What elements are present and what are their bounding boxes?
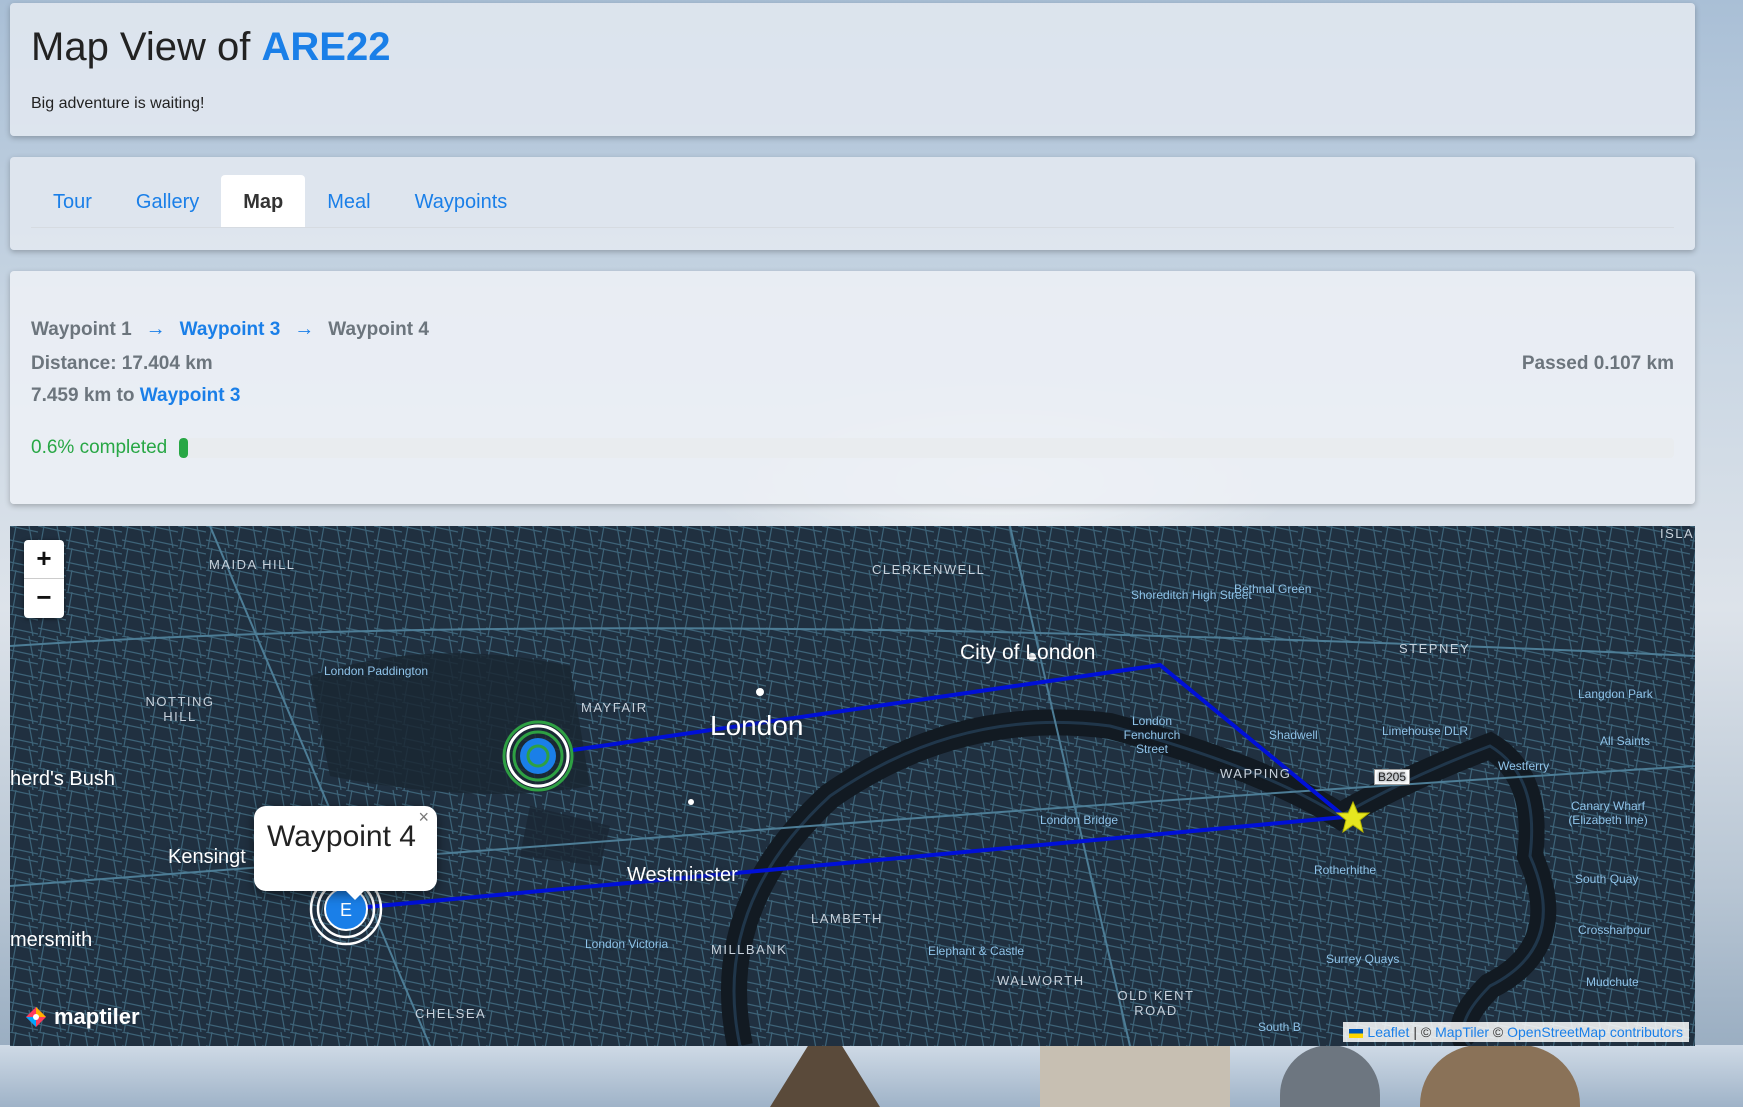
zoom-control: + − [24, 540, 64, 618]
map-label-station: Shadwell [1269, 728, 1318, 742]
map-label-station: Surrey Quays [1326, 952, 1400, 966]
page-subtitle: Big adventure is waiting! [31, 95, 205, 112]
map-label-station: Canary Wharf (Elizabeth line) [1568, 799, 1648, 827]
map-label: CHELSEA [415, 1006, 487, 1021]
map-label: STEPNEY [1399, 641, 1471, 656]
page-title: Map View of ARE22 [31, 25, 391, 69]
map-label: NOTTING HILL [145, 694, 215, 724]
progress-row: 0.6% completed [31, 437, 1674, 459]
map-label: Westminster [627, 864, 738, 886]
zoom-in-button[interactable]: + [24, 540, 64, 579]
arrow-right-icon: → [145, 318, 166, 340]
map-label: mersmith [10, 929, 93, 951]
svg-text:E: E [340, 900, 352, 920]
map-label: OLD KENT ROAD [1117, 988, 1195, 1018]
map-label: WAPPING [1220, 766, 1292, 781]
tabs-card: Tour Gallery Map Meal Waypoints [10, 157, 1695, 250]
next-waypoint-distance: 7.459 km to Waypoint 3 [31, 385, 241, 406]
progress-card: Waypoint 1 → Waypoint 3 → Waypoint 4 Dis… [10, 271, 1695, 504]
leaflet-link[interactable]: Leaflet [1367, 1024, 1409, 1040]
tab-gallery[interactable]: Gallery [114, 175, 221, 227]
progress-bar [179, 438, 1674, 458]
map-attribution: Leaflet | © MapTiler © OpenStreetMap con… [1343, 1022, 1689, 1042]
map-label-station: Langdon Park [1578, 687, 1653, 701]
map-tiles: E [10, 526, 1695, 1046]
map-label-station: South Quay [1575, 872, 1639, 886]
progress-bar-fill [179, 438, 189, 458]
arrow-right-icon: → [294, 318, 315, 340]
map-label-station: London Fenchurch Street [1123, 714, 1181, 756]
map-label-city: City of London [960, 641, 1096, 664]
osm-link[interactable]: OpenStreetMap contributors [1507, 1024, 1683, 1040]
maptiler-logo[interactable]: maptiler [24, 1004, 140, 1030]
route-breadcrumb: Waypoint 1 → Waypoint 3 → Waypoint 4 [31, 318, 429, 341]
map-label: LAMBETH [811, 911, 883, 926]
tour-name: ARE22 [261, 25, 391, 69]
passed-text: Passed 0.107 km [1521, 353, 1674, 374]
map-label-london: London [710, 710, 804, 741]
tab-waypoints[interactable]: Waypoints [393, 175, 530, 227]
route-via-link[interactable]: Waypoint 3 [180, 319, 281, 341]
map-label: ISLA [1660, 526, 1695, 541]
map-label-station: Mudchute [1586, 975, 1639, 989]
map-road-badge: B205 [1374, 769, 1411, 785]
map-label: MAIDA HILL [209, 557, 296, 572]
map-label-station: All Saints [1600, 734, 1651, 748]
tab-meal[interactable]: Meal [305, 175, 392, 227]
map-label-station: Rotherhithe [1314, 863, 1377, 877]
maptiler-logo-icon [26, 1007, 46, 1027]
map-view[interactable]: E MAIDA HILL CLERKENWELL Shoreditch High… [10, 526, 1695, 1046]
distance-text: Distance: 17.404 km [31, 353, 213, 374]
maptiler-link[interactable]: MapTiler [1435, 1024, 1489, 1040]
map-label-station: Elephant & Castle [928, 944, 1025, 958]
waypoint-marker-current [502, 720, 574, 792]
map-label: CLERKENWELL [872, 562, 986, 577]
popup-tip [343, 888, 367, 900]
waypoint-popup: Waypoint 4 × [254, 806, 437, 891]
zoom-out-button[interactable]: − [24, 579, 64, 618]
tab-bar: Tour Gallery Map Meal Waypoints [31, 175, 1674, 228]
map-label: Kensingt [168, 846, 246, 868]
map-label-station: London Paddington [324, 664, 429, 678]
next-waypoint-link[interactable]: Waypoint 3 [140, 385, 241, 406]
header-card: Map View of ARE22 Big adventure is waiti… [10, 3, 1695, 136]
route-from: Waypoint 1 [31, 318, 132, 340]
tab-map[interactable]: Map [221, 175, 306, 227]
map-label-station: Limehouse DLR [1382, 724, 1469, 738]
popup-title: Waypoint 4 [267, 820, 416, 853]
map-label-station: Crossharbour [1578, 923, 1651, 937]
map-label: MAYFAIR [581, 700, 648, 715]
map-label-station: London Victoria [585, 937, 669, 951]
map-label-station: Bethnal Green [1234, 582, 1312, 596]
ukraine-flag-icon [1349, 1028, 1364, 1038]
tab-tour[interactable]: Tour [31, 175, 114, 227]
map-label: WALWORTH [997, 973, 1085, 988]
map-label-station: Shoreditch High Street [1131, 588, 1252, 602]
map-label-station: Westferry [1498, 759, 1550, 773]
progress-label: 0.6% completed [31, 437, 168, 458]
map-label: MILLBANK [711, 942, 788, 957]
route-to: Waypoint 4 [328, 318, 429, 340]
map-label-station: South B [1258, 1020, 1301, 1034]
map-label: herd's Bush [10, 768, 115, 790]
popup-close-button[interactable]: × [418, 807, 429, 828]
background-monument [1040, 1045, 1230, 1107]
map-label-station: London Bridge [1040, 813, 1119, 827]
